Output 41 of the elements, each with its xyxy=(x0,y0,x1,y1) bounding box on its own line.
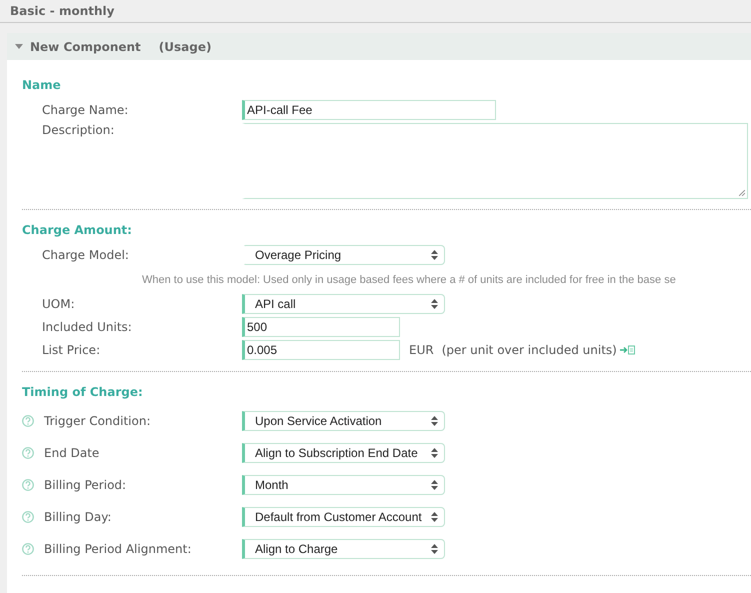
component-header[interactable]: New Component (Usage) xyxy=(7,33,751,60)
up-down-arrows-icon[interactable] xyxy=(431,544,438,554)
field-label: Trigger Condition: xyxy=(44,414,151,428)
input-field[interactable]: API-call Fee xyxy=(242,100,496,120)
dropdown[interactable]: Default from Customer Account xyxy=(242,507,445,527)
field-label: List Price: xyxy=(42,342,100,356)
component-type: (Usage) xyxy=(158,40,212,54)
up-down-arrows-icon[interactable] xyxy=(431,416,438,426)
section-heading: Charge Amount: xyxy=(22,223,133,237)
field-label: Billing Period: xyxy=(44,478,126,492)
field-label: Description: xyxy=(42,123,114,137)
field-label: Charge Name: xyxy=(42,102,128,116)
input-field[interactable]: 0.005 xyxy=(242,340,400,360)
field-label: End Date xyxy=(44,446,100,460)
up-down-arrows-icon[interactable] xyxy=(431,250,438,260)
up-down-arrows-icon[interactable] xyxy=(431,512,438,522)
section-heading: Name xyxy=(22,78,62,92)
page-title: Basic - monthly xyxy=(10,4,114,18)
note-text: (per unit over included units) xyxy=(442,342,617,356)
currency-label: EUR xyxy=(409,342,434,356)
section-heading: Timing of Charge: xyxy=(22,385,144,399)
up-down-arrows-icon[interactable] xyxy=(431,298,438,308)
dropdown[interactable]: API call xyxy=(242,294,445,314)
field-label: UOM: xyxy=(42,296,75,310)
field-label: Included Units: xyxy=(42,320,132,334)
input-field[interactable]: 500 xyxy=(242,316,400,336)
field-label: Charge Model: xyxy=(42,248,129,262)
field-label: Billing Period Alignment: xyxy=(44,542,192,556)
resize-grip-icon[interactable] xyxy=(739,190,745,196)
dropdown[interactable]: Month xyxy=(242,475,445,495)
dropdown[interactable]: Align to Charge xyxy=(242,539,445,559)
field-label: Billing Day: xyxy=(44,510,112,524)
dropdown[interactable]: Upon Service Activation xyxy=(242,411,445,431)
up-down-arrows-icon[interactable] xyxy=(431,480,438,490)
arrow-document-icon[interactable] xyxy=(620,344,636,354)
help-text: When to use this model: Used only in usage based fees where a # of units are included for free in the base se xyxy=(141,274,677,286)
up-down-arrows-icon[interactable] xyxy=(431,448,438,458)
component-title: New Component xyxy=(30,40,141,54)
dropdown[interactable]: Align to Subscription End Date xyxy=(242,443,445,463)
caret-icon[interactable] xyxy=(15,44,23,49)
dropdown[interactable]: Overage Pricing xyxy=(242,244,445,264)
